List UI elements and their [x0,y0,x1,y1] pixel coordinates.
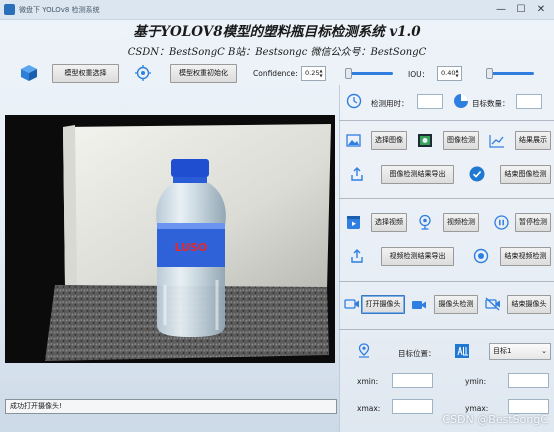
time-label: 检测用时： [371,99,409,108]
camera-off-icon [485,297,501,311]
pause-detect-button[interactable]: 暂停检测 [515,213,551,232]
export-video-result-button[interactable]: 视频检测结果导出 [381,247,454,266]
app-icon [4,4,15,15]
status-bar: 成功打开摄像头! [5,399,337,414]
confidence-slider[interactable] [346,72,393,75]
ymin-label: ymin: [465,377,487,386]
spin-arrows-icon[interactable]: ▲ ▼ [318,68,324,78]
camera-detect-icon [411,298,427,312]
chevron-down-icon[interactable]: ⌄ [541,344,547,359]
app-title: 基于YOLOV8模型的塑料瓶目标检测系统 v1.0 [133,24,421,40]
end-camera-button[interactable]: 结束摄像头 [507,295,551,314]
watermark: CSDN @BestSongC [442,413,548,426]
divider [339,198,554,199]
xmin-label: xmin: [357,377,379,386]
end-image-detect-button[interactable]: 结束图像检测 [500,165,551,184]
count-value [516,94,542,109]
app-subtitle: CSDN：BestSongC B站：Bestsongc 微信公众号：BestSo… [127,47,427,58]
camera-icon [344,297,360,311]
camera-detect-button[interactable]: 摄像头检测 [434,295,478,314]
model-select-button[interactable]: 模型权重选择 [52,64,119,83]
time-value [417,94,443,109]
grid-all-icon [455,344,469,358]
bottle-brand: LUSO [175,241,208,254]
export-icon [350,167,364,181]
clock-icon [346,93,362,109]
close-icon[interactable]: ✕ [534,3,548,17]
check-circle-icon [469,166,485,182]
line-chart-icon [489,134,505,148]
ymax-value [508,399,549,414]
cube-icon [20,64,38,82]
spin-arrows-icon[interactable]: ▲ ▼ [454,68,460,78]
target-select[interactable]: 目标1 ⌄ [489,343,551,360]
target-position-label: 目标位置： [398,349,436,358]
model-init-button[interactable]: 模型权重初始化 [170,64,237,83]
image-detect-icon [417,133,433,148]
confidence-spinbox[interactable]: 0.25 ▲ ▼ [301,66,326,81]
open-camera-button[interactable]: 打开摄像头 [361,295,405,314]
export-image-result-button[interactable]: 图像检测结果导出 [381,165,454,184]
pause-icon [494,215,509,230]
minimize-icon[interactable]: — [494,3,508,17]
video-detect-button[interactable]: 视频检测 [443,213,479,232]
iou-spinbox[interactable]: 0.40 ▲ ▼ [437,66,462,81]
camera-frame-image: LUSO [5,115,335,363]
confidence-label: Confidence: [253,69,298,78]
iou-slider-handle[interactable] [486,68,493,79]
image-detect-button[interactable]: 图像检测 [443,131,479,150]
stop-circle-icon [473,248,489,264]
maximize-icon[interactable]: ☐ [514,3,528,17]
iou-label: IOU： [408,70,430,79]
confidence-slider-handle[interactable] [345,68,352,79]
video-icon [346,215,361,230]
webcam-icon [417,214,433,230]
xmax-label: xmax: [357,404,381,413]
camera-display: LUSO [5,115,335,363]
target-select-value: 目标1 [493,347,512,355]
target-icon [135,65,151,81]
location-pin-icon [357,343,371,358]
divider [339,329,554,330]
ymin-value [508,373,549,388]
xmax-value [392,399,433,414]
divider [339,120,554,121]
image-icon [346,133,361,148]
window-title: 微盘下 YOLOv8 检测系统 [19,6,100,14]
ymax-label: ymax: [465,404,489,413]
iou-slider[interactable] [487,72,534,75]
select-video-button[interactable]: 选择视频 [371,213,407,232]
select-image-button[interactable]: 选择图像 [371,131,407,150]
count-label: 目标数量： [472,99,510,108]
end-video-detect-button[interactable]: 结束视频检测 [500,247,551,266]
pie-chart-icon [453,93,469,109]
show-result-button[interactable]: 结果展示 [515,131,551,150]
xmin-value [392,373,433,388]
divider [339,281,554,282]
export-icon [350,249,364,263]
